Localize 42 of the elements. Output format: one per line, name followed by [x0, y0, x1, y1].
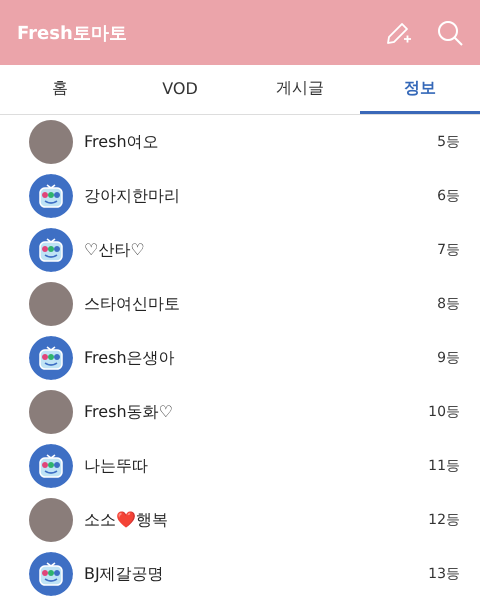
user-name: 나는뚜따	[84, 456, 149, 476]
rank-label: 13등	[428, 565, 460, 583]
rank-label: 7등	[437, 241, 460, 259]
ranking-row[interactable]: 소소❤행복 12등	[0, 493, 480, 547]
tab[interactable]: 홈	[0, 65, 120, 114]
rank-label: 12등	[428, 511, 460, 529]
ranking-row[interactable]: 스타여신마토 8등	[0, 277, 480, 331]
user-name: Fresh은생아	[84, 348, 176, 368]
tv-logo-avatar-icon	[29, 444, 73, 488]
ranking-row[interactable]: ♡산타♡ 7등	[0, 223, 480, 277]
avatar-photo-placeholder	[29, 282, 73, 326]
tv-logo-avatar-icon	[29, 552, 73, 596]
tv-logo-avatar-icon	[29, 174, 73, 218]
tab[interactable]: VOD	[120, 65, 240, 114]
user-name: 강아지한마리	[84, 186, 181, 206]
tv-logo-avatar-icon	[29, 228, 73, 272]
user-name: Fresh동화♡	[84, 402, 174, 422]
rank-label: 9등	[437, 349, 460, 367]
ranking-row[interactable]: Fresh동화♡ 10등	[0, 385, 480, 439]
user-name: 소소❤행복	[84, 510, 169, 530]
rank-label: 8등	[437, 295, 460, 313]
ranking-row[interactable]: Fresh은생아 9등	[0, 331, 480, 385]
tab[interactable]: 게시글	[240, 65, 360, 114]
user-name: BJ제갈공명	[84, 564, 165, 584]
rank-label: 10등	[428, 403, 460, 421]
search-icon[interactable]	[436, 18, 464, 46]
avatar-photo-placeholder	[29, 498, 73, 542]
channel-title: Fresh토마토	[17, 22, 127, 44]
ranking-row[interactable]: 강아지한마리 6등	[0, 169, 480, 223]
ranking-row[interactable]: Fresh여오 5등	[0, 115, 480, 169]
tv-logo-avatar-icon	[29, 336, 73, 380]
rank-label: 11등	[428, 457, 460, 475]
rank-label: 5등	[437, 133, 460, 151]
avatar-photo-placeholder	[29, 390, 73, 434]
user-name: 스타여신마토	[84, 294, 181, 314]
tab[interactable]: 정보	[360, 65, 480, 114]
user-name: ♡산타♡	[84, 240, 146, 260]
ranking-row[interactable]: 나는뚜따 11등	[0, 439, 480, 493]
rank-label: 6등	[437, 187, 460, 205]
avatar-photo-placeholder	[29, 120, 73, 164]
ranking-row[interactable]: BJ제갈공명 13등	[0, 547, 480, 601]
user-name: Fresh여오	[84, 132, 160, 152]
